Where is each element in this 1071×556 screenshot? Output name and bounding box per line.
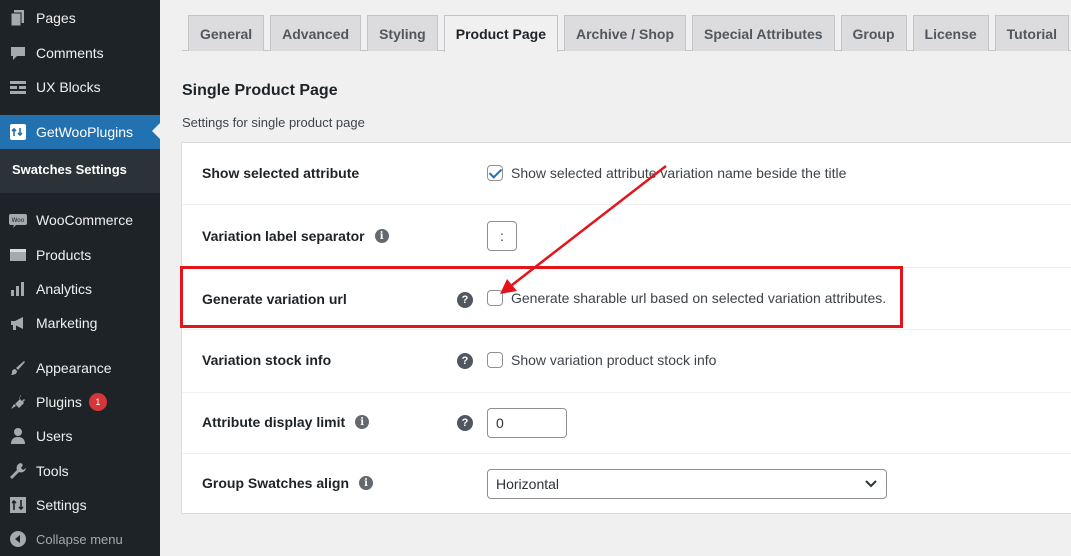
menu-label: WooCommerce: [36, 212, 133, 228]
variation-url-control: Generate sharable url based on selected …: [487, 290, 886, 306]
svg-text:Woo: Woo: [12, 217, 25, 224]
setting-label: Variation label separator: [202, 228, 365, 244]
tab-license[interactable]: License: [912, 15, 989, 51]
setting-label: Group Swatches align: [202, 475, 350, 491]
show-selected-control: Show selected attribute variation name b…: [487, 165, 846, 181]
stock-info-control: Show variation product stock info: [487, 352, 716, 368]
settings-tabs: General Advanced Styling Product Page Ar…: [188, 15, 1071, 52]
display-limit-input[interactable]: 0: [487, 408, 567, 438]
setting-label: Attribute display limit: [202, 414, 346, 430]
menu-label: Pages: [36, 10, 76, 26]
plugin-icon: [8, 392, 28, 412]
menu-item-comments[interactable]: Comments: [0, 36, 160, 70]
menu-label: Marketing: [36, 315, 98, 331]
menu-item-woocommerce[interactable]: Woo WooCommerce: [0, 203, 160, 237]
tab-tutorial[interactable]: Tutorial: [994, 15, 1069, 51]
menu-label: Comments: [36, 45, 104, 61]
setting-label-wrap: Group Swatches align i: [202, 475, 374, 491]
page-description: Settings for single product page: [182, 115, 365, 130]
tab-styling[interactable]: Styling: [367, 15, 438, 51]
admin-sidebar: Pages Comments UX Blocks GetWooPlugins S…: [0, 0, 160, 556]
menu-item-tools[interactable]: Tools: [0, 454, 160, 488]
settings-icon: [8, 495, 28, 515]
setting-row-show-selected: Show selected attribute Show selected at…: [182, 143, 1071, 205]
analytics-icon: [8, 279, 28, 299]
menu-item-getwooplugins[interactable]: GetWooPlugins: [0, 115, 160, 149]
setting-label-wrap: Attribute display limit i: [202, 414, 370, 430]
setting-label: Variation stock info: [202, 352, 332, 368]
menu-item-ux-blocks[interactable]: UX Blocks: [0, 70, 160, 104]
tab-archive-shop[interactable]: Archive / Shop: [563, 15, 687, 51]
setting-label: Generate variation url: [202, 291, 347, 307]
menu-label: Plugins: [36, 394, 82, 410]
menu-item-settings[interactable]: Settings: [0, 488, 160, 522]
setting-row-display-limit: Attribute display limit i ? 0: [182, 393, 1071, 454]
update-count-badge: 1: [88, 393, 107, 411]
help-icon[interactable]: ?: [457, 415, 473, 431]
wrench-icon: [8, 461, 28, 481]
settings-panel: Show selected attribute Show selected at…: [181, 142, 1071, 514]
checkbox-label: Show selected attribute variation name b…: [511, 165, 847, 181]
products-icon: [8, 245, 28, 265]
menu-label: Analytics: [36, 281, 93, 297]
menu-item-marketing[interactable]: Marketing: [0, 306, 160, 340]
checkbox-label: Show variation product stock info: [511, 352, 717, 368]
stock-info-checkbox[interactable]: [487, 352, 503, 368]
swatches-align-control: Horizontal: [487, 469, 887, 499]
submenu: Swatches Settings: [0, 149, 160, 193]
setting-row-stock-info: Variation stock info ? Show variation pr…: [182, 330, 1071, 393]
setting-label: Show selected attribute: [202, 165, 360, 181]
help-icon[interactable]: ?: [457, 353, 473, 369]
tab-special-attributes[interactable]: Special Attributes: [692, 15, 835, 51]
tab-general[interactable]: General: [188, 15, 265, 51]
woocommerce-icon: Woo: [8, 210, 28, 230]
ux-blocks-icon: [8, 77, 28, 97]
menu-label: Products: [36, 247, 92, 263]
menu-label: Settings: [36, 497, 87, 513]
page-title: Single Product Page: [182, 82, 338, 99]
menu-label: Users: [36, 428, 73, 444]
menu-label: GetWooPlugins: [36, 124, 134, 140]
menu-item-analytics[interactable]: Analytics: [0, 272, 160, 306]
show-selected-checkbox[interactable]: [487, 165, 503, 181]
swatches-align-select[interactable]: Horizontal: [487, 469, 887, 499]
display-limit-control: 0: [487, 408, 567, 438]
menu-label: Appearance: [36, 360, 112, 376]
info-icon[interactable]: i: [355, 415, 370, 429]
chevron-down-icon: [864, 476, 878, 492]
pages-icon: [8, 8, 28, 28]
tab-group[interactable]: Group: [840, 15, 907, 51]
comments-icon: [8, 43, 28, 63]
menu-item-appearance[interactable]: Appearance: [0, 351, 160, 385]
menu-item-users[interactable]: Users: [0, 419, 160, 453]
info-icon[interactable]: i: [359, 476, 374, 490]
menu-label: Collapse menu: [36, 531, 123, 547]
user-icon: [8, 426, 28, 446]
setting-row-swatches-align: Group Swatches align i Horizontal: [182, 454, 1071, 514]
variation-url-checkbox[interactable]: [487, 290, 503, 306]
checkbox-label: Generate sharable url based on selected …: [511, 290, 887, 306]
brush-icon: [8, 358, 28, 378]
setting-row-variation-url: Generate variation url ? Generate sharab…: [182, 268, 1071, 330]
info-icon[interactable]: i: [374, 229, 389, 243]
tab-product-page[interactable]: Product Page: [443, 15, 558, 52]
separator-control: :: [487, 221, 517, 251]
menu-item-pages[interactable]: Pages: [0, 1, 160, 35]
menu-label: UX Blocks: [36, 79, 101, 95]
menu-label: Tools: [36, 463, 69, 479]
tab-advanced[interactable]: Advanced: [270, 15, 362, 51]
collapse-icon: [8, 529, 28, 549]
help-icon[interactable]: ?: [457, 292, 473, 308]
submenu-item-swatches-settings[interactable]: Swatches Settings: [12, 162, 127, 177]
setting-row-separator: Variation label separator i :: [182, 205, 1071, 268]
menu-item-plugins[interactable]: Plugins 1: [0, 385, 160, 419]
menu-item-products[interactable]: Products: [0, 238, 160, 272]
getwooplugins-icon: [8, 122, 28, 142]
megaphone-icon: [8, 313, 28, 333]
collapse-menu-button[interactable]: Collapse menu: [0, 522, 160, 556]
setting-label-wrap: Variation label separator i: [202, 228, 389, 244]
separator-input[interactable]: :: [487, 221, 517, 251]
select-value: Horizontal: [496, 476, 560, 492]
